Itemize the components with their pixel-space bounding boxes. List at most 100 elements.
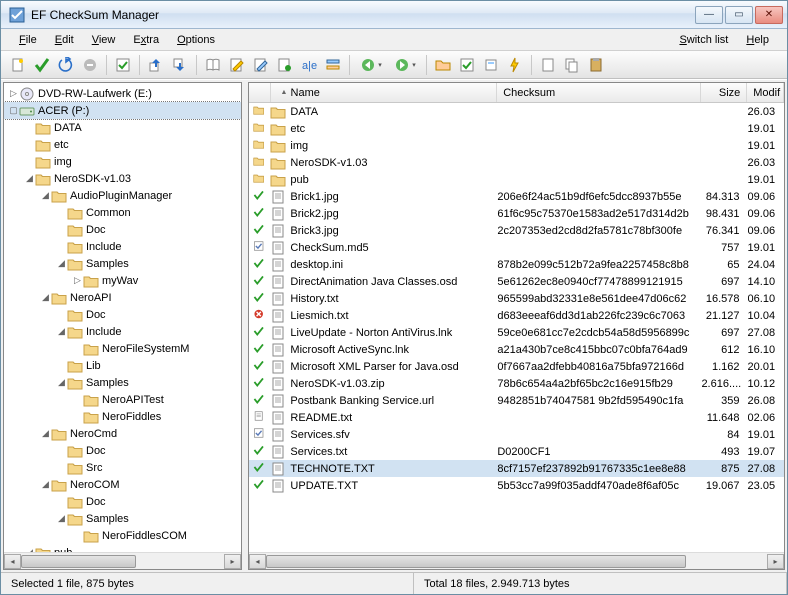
expand-icon[interactable] xyxy=(72,412,83,422)
list-row[interactable]: Brick3.jpg2c207353ed2cd8d2fa5781c78bf300… xyxy=(249,222,784,239)
expand-icon[interactable] xyxy=(56,361,67,371)
check-icon[interactable] xyxy=(31,54,53,76)
scroll-thumb[interactable] xyxy=(266,555,686,568)
tree-node[interactable]: Src xyxy=(4,459,241,476)
import-icon[interactable] xyxy=(169,54,191,76)
edit3-icon[interactable] xyxy=(274,54,296,76)
list-row[interactable]: img19.01 xyxy=(249,137,784,154)
expand-icon[interactable] xyxy=(56,497,67,507)
list-row[interactable]: NeroSDK-v1.03.zip78b6c654a4a2bf65bc2c16e… xyxy=(249,375,784,392)
menu-view[interactable]: View xyxy=(84,32,124,48)
list-row[interactable]: Liesmich.txtd683eeeaf6dd3d1ab226fc239c6c… xyxy=(249,307,784,324)
col-status[interactable] xyxy=(249,83,271,102)
scroll-right-icon[interactable]: ▸ xyxy=(767,554,784,569)
expand-icon[interactable] xyxy=(72,344,83,354)
list-row[interactable]: DATA26.03 xyxy=(249,103,784,120)
tree-node[interactable]: Common xyxy=(4,204,241,221)
bolt-icon[interactable] xyxy=(504,54,526,76)
copy-icon[interactable] xyxy=(561,54,583,76)
tool1-icon[interactable] xyxy=(480,54,502,76)
expand-icon[interactable]: ◢ xyxy=(40,190,51,201)
list-row[interactable]: Services.txtD0200CF149319.07 xyxy=(249,443,784,460)
tree-node[interactable]: ◢Samples xyxy=(4,255,241,272)
scroll-left-icon[interactable]: ◂ xyxy=(4,554,21,569)
list-hscroll[interactable]: ◂ ▸ xyxy=(249,552,784,569)
expand-icon[interactable] xyxy=(56,208,67,218)
tree-node[interactable]: ◢NeroCOM xyxy=(4,476,241,493)
tree-node[interactable]: DATA xyxy=(4,119,241,136)
tree-node[interactable]: ▷DVD-RW-Laufwerk (E:) xyxy=(4,85,241,102)
expand-icon[interactable]: ▷ xyxy=(8,88,19,99)
list-row[interactable]: pub19.01 xyxy=(249,171,784,188)
edit2-icon[interactable] xyxy=(250,54,272,76)
expand-icon[interactable]: ▢ xyxy=(8,105,19,116)
list-row[interactable]: Services.sfv8419.01 xyxy=(249,426,784,443)
compare-icon[interactable]: a|e xyxy=(298,54,320,76)
col-name[interactable]: ▲ Name xyxy=(271,83,498,102)
tree-node[interactable]: img xyxy=(4,153,241,170)
list-row[interactable]: etc19.01 xyxy=(249,120,784,137)
tree-node[interactable]: ◢Samples xyxy=(4,510,241,527)
edit1-icon[interactable] xyxy=(226,54,248,76)
tree-node[interactable]: NeroFiddlesCOM xyxy=(4,527,241,544)
menu-file[interactable]: File xyxy=(11,32,45,48)
list-row[interactable]: DirectAnimation Java Classes.osd5e61262e… xyxy=(249,273,784,290)
list-row[interactable]: Microsoft XML Parser for Java.osd0f7667a… xyxy=(249,358,784,375)
col-modified[interactable]: Modif xyxy=(747,83,784,102)
list-row[interactable]: README.txt11.64802.06 xyxy=(249,409,784,426)
expand-icon[interactable]: ◢ xyxy=(40,292,51,303)
list-row[interactable]: Postbank Banking Service.url9482851b7404… xyxy=(249,392,784,409)
tree-hscroll[interactable]: ◂ ▸ xyxy=(4,552,241,569)
expand-icon[interactable]: ◢ xyxy=(40,428,51,439)
maximize-button[interactable]: ▭ xyxy=(725,6,753,24)
settings-icon[interactable] xyxy=(322,54,344,76)
menu-edit[interactable]: Edit xyxy=(47,32,82,48)
list-row[interactable]: UPDATE.TXT5b53cc7a99f035addf470ade8f6af0… xyxy=(249,477,784,494)
expand-icon[interactable]: ▷ xyxy=(72,275,83,286)
expand-icon[interactable] xyxy=(56,463,67,473)
tree-node[interactable]: Doc xyxy=(4,493,241,510)
tree-node[interactable]: Doc xyxy=(4,442,241,459)
list-row[interactable]: Brick2.jpg61f6c95c75370e1583ad2e517d314d… xyxy=(249,205,784,222)
expand-icon[interactable]: ◢ xyxy=(24,173,35,184)
list-row[interactable]: LiveUpdate - Norton AntiVirus.lnk59ce0e6… xyxy=(249,324,784,341)
expand-icon[interactable] xyxy=(56,446,67,456)
expand-icon[interactable]: ◢ xyxy=(56,513,67,524)
back-button[interactable] xyxy=(355,54,387,76)
tree-node[interactable]: ◢NeroSDK-v1.03 xyxy=(4,170,241,187)
verify-icon[interactable] xyxy=(112,54,134,76)
scroll-right-icon[interactable]: ▸ xyxy=(224,554,241,569)
expand-icon[interactable] xyxy=(24,123,35,133)
book-icon[interactable] xyxy=(202,54,224,76)
filter-icon[interactable] xyxy=(456,54,478,76)
tree-node[interactable]: Include xyxy=(4,238,241,255)
tree-node[interactable]: Doc xyxy=(4,306,241,323)
export-icon[interactable] xyxy=(145,54,167,76)
tree-node[interactable]: ◢pub xyxy=(4,544,241,552)
paste-icon[interactable] xyxy=(585,54,607,76)
expand-icon[interactable] xyxy=(72,395,83,405)
tree-node[interactable]: Lib xyxy=(4,357,241,374)
expand-icon[interactable] xyxy=(24,140,35,150)
list-body[interactable]: DATA26.03etc19.01img19.01NeroSDK-v1.0326… xyxy=(249,103,784,552)
list-row[interactable]: TECHNOTE.TXT8cf7157ef237892b91767335c1ee… xyxy=(249,460,784,477)
tree-node[interactable]: ▢ACER (P:) xyxy=(4,102,241,119)
new-doc-icon[interactable] xyxy=(7,54,29,76)
expand-icon[interactable]: ◢ xyxy=(56,326,67,337)
menu-options[interactable]: Options xyxy=(169,32,223,48)
expand-icon[interactable]: ◢ xyxy=(40,479,51,490)
folder-icon[interactable] xyxy=(432,54,454,76)
menu-switch-list[interactable]: Switch list xyxy=(671,32,736,48)
titlebar[interactable]: EF CheckSum Manager — ▭ ✕ xyxy=(1,1,787,29)
tree-node[interactable]: NeroFiddles xyxy=(4,408,241,425)
list-row[interactable]: NeroSDK-v1.0326.03 xyxy=(249,154,784,171)
tree-node[interactable]: ▷myWav xyxy=(4,272,241,289)
splitter[interactable] xyxy=(243,82,247,570)
menu-help[interactable]: Help xyxy=(738,32,777,48)
list-row[interactable]: CheckSum.md575719.01 xyxy=(249,239,784,256)
close-button[interactable]: ✕ xyxy=(755,6,783,24)
list-row[interactable]: desktop.ini878b2e099c512b72a9fea2257458c… xyxy=(249,256,784,273)
expand-icon[interactable] xyxy=(24,157,35,167)
expand-icon[interactable] xyxy=(56,242,67,252)
scroll-thumb[interactable] xyxy=(21,555,136,568)
